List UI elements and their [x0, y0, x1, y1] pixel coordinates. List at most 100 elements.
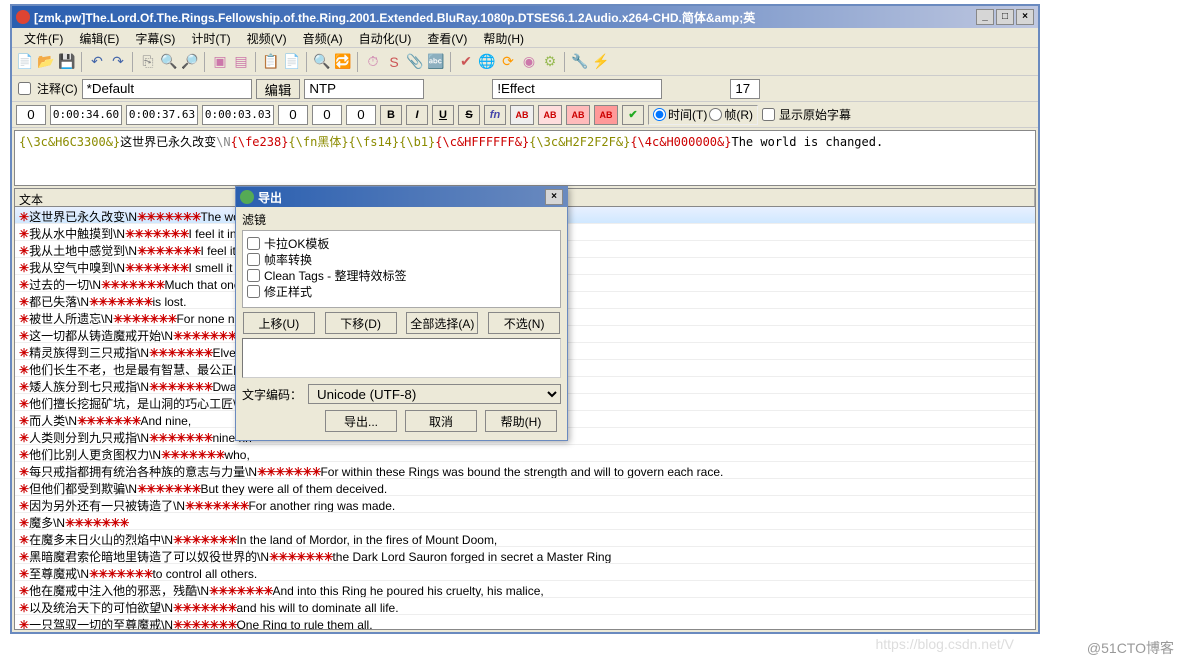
table-row[interactable]: ✳黑暗魔君索伦暗地里铸造了可以奴役世界的\N✳✳✳✳✳✳✳the Dark Lo… — [15, 547, 1035, 564]
resample-icon[interactable]: ⟳ — [499, 53, 517, 71]
raw-checkbox[interactable] — [762, 108, 775, 121]
redo-icon[interactable]: ↷ — [109, 53, 127, 71]
filter-checkbox[interactable] — [247, 237, 260, 250]
font-icon[interactable]: 🔤 — [427, 53, 445, 71]
export-button[interactable]: 导出... — [325, 410, 397, 432]
video-detach-icon[interactable]: ▤ — [232, 53, 250, 71]
dialog-close-button[interactable]: × — [545, 189, 563, 205]
menu-字幕(S)[interactable]: 字幕(S) — [127, 28, 183, 47]
select-none-button[interactable]: 不选(N) — [488, 312, 560, 334]
stylebar: 注释(C) 编辑 — [12, 76, 1038, 102]
table-row[interactable]: ✳以及统治天下的可怕欲望\N✳✳✳✳✳✳✳and his will to dom… — [15, 598, 1035, 615]
color1-button[interactable]: AB — [510, 105, 534, 125]
move-down-button[interactable]: 下移(D) — [325, 312, 397, 334]
undo-icon[interactable]: ↶ — [88, 53, 106, 71]
comment-checkbox[interactable] — [18, 82, 31, 95]
filter-preview — [242, 338, 561, 378]
zoom-out-icon[interactable]: 🔎 — [181, 53, 199, 71]
dialog-icon — [240, 190, 254, 204]
table-row[interactable]: ✳一只驾驭一切的至尊魔戒\N✳✳✳✳✳✳✳One Ring to rule th… — [15, 615, 1035, 630]
select-all-button[interactable]: 全部选择(A) — [406, 312, 478, 334]
font-button[interactable]: fn — [484, 105, 506, 125]
menu-文件(F)[interactable]: 文件(F) — [16, 28, 71, 47]
table-row[interactable]: ✳在魔多末日火山的烈焰中\N✳✳✳✳✳✳✳In the land of Mord… — [15, 530, 1035, 547]
table-row[interactable]: ✳至尊魔戒\N✳✳✳✳✳✳✳to control all others. — [15, 564, 1035, 581]
maximize-button[interactable]: □ — [996, 9, 1014, 25]
open-icon[interactable]: 📂 — [37, 53, 55, 71]
edit-style-button[interactable]: 编辑 — [256, 79, 301, 99]
find-icon[interactable]: 🔍 — [313, 53, 331, 71]
copy-icon[interactable]: 📋 — [262, 53, 280, 71]
margin-r[interactable] — [312, 105, 342, 125]
table-row[interactable]: ✳他们比别人更贪图权力\N✳✳✳✳✳✳✳who, — [15, 445, 1035, 462]
table-row[interactable]: ✳魔多\N✳✳✳✳✳✳✳ — [15, 513, 1035, 530]
menu-计时(T)[interactable]: 计时(T) — [183, 28, 238, 47]
new-icon[interactable]: 📄 — [16, 53, 34, 71]
filter-checkbox[interactable] — [247, 253, 260, 266]
move-up-button[interactable]: 上移(U) — [243, 312, 315, 334]
replace-icon[interactable]: 🔁 — [334, 53, 352, 71]
commit-button[interactable]: ✔ — [622, 105, 644, 125]
bold-button[interactable]: B — [380, 105, 402, 125]
filter-group-label: 滤镜 — [242, 211, 561, 228]
table-row[interactable]: ✳因为另外还有一只被铸造了\N✳✳✳✳✳✳✳For another ring w… — [15, 496, 1035, 513]
filter-checkbox[interactable] — [247, 269, 260, 282]
paste-icon[interactable]: 📄 — [283, 53, 301, 71]
filter-checkbox[interactable] — [247, 285, 260, 298]
style-icon[interactable]: S — [385, 53, 403, 71]
encoding-combo[interactable]: Unicode (UTF-8) — [308, 384, 561, 404]
filter-option[interactable]: 修正样式 — [247, 283, 556, 299]
italic-button[interactable]: I — [406, 105, 428, 125]
menu-编辑(E)[interactable]: 编辑(E) — [71, 28, 127, 47]
titlebar: [zmk.pw]The.Lord.Of.The.Rings.Fellowship… — [12, 6, 1038, 28]
actor-combo[interactable] — [304, 79, 424, 99]
close-button[interactable]: × — [1016, 9, 1034, 25]
layer-input[interactable] — [16, 105, 46, 125]
options-icon[interactable]: 🔧 — [571, 53, 589, 71]
time-radio[interactable] — [653, 108, 666, 121]
timing-post-icon[interactable]: ◉ — [520, 53, 538, 71]
underline-button[interactable]: U — [432, 105, 454, 125]
table-row[interactable]: ✳他在魔戒中注入他的邪恶，残酷\N✳✳✳✳✳✳✳And into this Ri… — [15, 581, 1035, 598]
video-jump-icon[interactable]: ▣ — [211, 53, 229, 71]
filter-option[interactable]: 帧率转换 — [247, 251, 556, 267]
effect-combo[interactable] — [492, 79, 662, 99]
filter-option[interactable]: 卡拉OK模板 — [247, 235, 556, 251]
help-button[interactable]: 帮助(H) — [485, 410, 557, 432]
cancel-button[interactable]: 取消 — [405, 410, 477, 432]
end-time[interactable] — [126, 105, 198, 125]
start-time[interactable] — [50, 105, 122, 125]
zoom-in-icon[interactable]: 🔍 — [160, 53, 178, 71]
margin-v[interactable] — [346, 105, 376, 125]
menu-视频(V)[interactable]: 视频(V) — [239, 28, 295, 47]
window-title: [zmk.pw]The.Lord.Of.The.Rings.Fellowship… — [34, 9, 976, 26]
menu-自动化(U)[interactable]: 自动化(U) — [351, 28, 420, 47]
timing-icon[interactable]: ⏱ — [364, 53, 382, 71]
table-row[interactable]: ✳但他们都受到欺骗\N✳✳✳✳✳✳✳But they were all of t… — [15, 479, 1035, 496]
jump-icon[interactable]: ⎘ — [139, 53, 157, 71]
attach-icon[interactable]: 📎 — [406, 53, 424, 71]
time-radio-label: 时间(T) — [668, 106, 707, 123]
save-icon[interactable]: 💾 — [58, 53, 76, 71]
menu-音频(A)[interactable]: 音频(A) — [295, 28, 351, 47]
timebar: B I U S fn AB AB AB AB ✔ 时间(T) 帧(R) 显示原始… — [12, 102, 1038, 128]
edit-textbox[interactable]: {\3c&H6C3300&}这世界已永久改变\N{\fe238}{\fn黑体}{… — [14, 130, 1036, 186]
menu-查看(V)[interactable]: 查看(V) — [419, 28, 475, 47]
layer-spin[interactable] — [730, 79, 760, 99]
strike-button[interactable]: S — [458, 105, 480, 125]
duration[interactable] — [202, 105, 274, 125]
filter-option[interactable]: Clean Tags - 整理特效标签 — [247, 267, 556, 283]
color2-button[interactable]: AB — [538, 105, 562, 125]
frame-radio[interactable] — [709, 108, 722, 121]
style-combo[interactable] — [82, 79, 252, 99]
spell-icon[interactable]: ✔ — [457, 53, 475, 71]
margin-l[interactable] — [278, 105, 308, 125]
automation-icon[interactable]: ⚡ — [592, 53, 610, 71]
color4-button[interactable]: AB — [594, 105, 618, 125]
minimize-button[interactable]: _ — [976, 9, 994, 25]
color3-button[interactable]: AB — [566, 105, 590, 125]
menu-帮助(H)[interactable]: 帮助(H) — [475, 28, 532, 47]
assist-icon[interactable]: 🌐 — [478, 53, 496, 71]
kanji-icon[interactable]: ⚙ — [541, 53, 559, 71]
table-row[interactable]: ✳每只戒指都拥有统治各种族的意志与力量\N✳✳✳✳✳✳✳For within t… — [15, 462, 1035, 479]
